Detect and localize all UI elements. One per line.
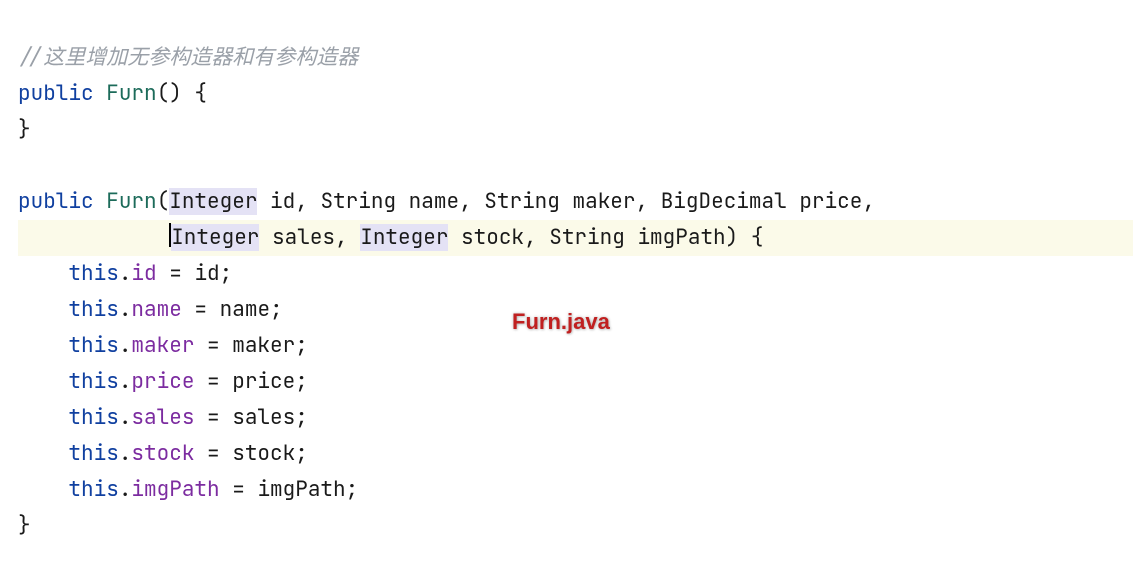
code-line: this.sales = sales; <box>18 404 308 431</box>
code-line: public Furn() { <box>18 80 207 107</box>
code-line: this.price = price; <box>18 368 308 395</box>
keyword-public: public <box>18 80 94 107</box>
code-line: } <box>18 116 31 143</box>
code-line: public Furn(Integer id, String name, Str… <box>18 188 875 215</box>
param-name: name <box>409 188 459 215</box>
field-name: name <box>131 296 181 323</box>
field-imgpath: imgPath <box>131 476 219 503</box>
keyword-public: public <box>18 188 94 215</box>
var-sales: sales <box>232 404 295 431</box>
type-bigdecimal: BigDecimal <box>661 188 787 215</box>
code-line: this.id = id; <box>18 260 232 287</box>
field-sales: sales <box>131 404 194 431</box>
var-imgpath: imgPath <box>257 476 345 503</box>
param-imgpath: imgPath <box>637 224 725 251</box>
param-maker: maker <box>573 188 636 215</box>
var-name: name <box>220 296 270 323</box>
code-line: this.name = name; <box>18 296 283 323</box>
type-string: String <box>549 224 625 251</box>
code-editor[interactable]: //这里增加无参构造器和有参构造器 public Furn() { } publ… <box>0 0 1133 565</box>
code-line-cursor: Integer sales, Integer stock, String img… <box>18 220 1133 256</box>
code-line: this.maker = maker; <box>18 332 308 359</box>
code-line: //这里增加无参构造器和有参构造器 <box>18 44 358 71</box>
comment-text: //这里增加无参构造器和有参构造器 <box>18 44 358 71</box>
code-line: this.imgPath = imgPath; <box>18 476 358 503</box>
code-line: } <box>18 512 31 539</box>
keyword-this: this <box>68 404 118 431</box>
code-line <box>18 152 31 179</box>
field-price: price <box>131 368 194 395</box>
keyword-this: this <box>68 440 118 467</box>
param-price: price <box>799 188 862 215</box>
param-stock: stock <box>461 224 524 251</box>
filename-badge: Furn.java <box>512 304 610 340</box>
keyword-this: this <box>68 296 118 323</box>
var-stock: stock <box>232 440 295 467</box>
keyword-this: this <box>68 260 118 287</box>
type-string: String <box>484 188 560 215</box>
type-string: String <box>320 188 396 215</box>
type-integer: Integer <box>360 224 448 251</box>
var-maker: maker <box>232 332 295 359</box>
code-line: this.stock = stock; <box>18 440 308 467</box>
ctor-name: Furn <box>106 80 156 107</box>
field-maker: maker <box>131 332 194 359</box>
field-stock: stock <box>131 440 194 467</box>
var-price: price <box>232 368 295 395</box>
field-id: id <box>131 260 156 287</box>
param-id: id <box>270 188 295 215</box>
ctor-name: Furn <box>106 188 156 215</box>
type-integer: Integer <box>171 224 259 251</box>
var-id: id <box>194 260 219 287</box>
param-sales: sales <box>272 224 335 251</box>
keyword-this: this <box>68 476 118 503</box>
keyword-this: this <box>68 368 118 395</box>
keyword-this: this <box>68 332 118 359</box>
type-integer: Integer <box>169 188 257 215</box>
